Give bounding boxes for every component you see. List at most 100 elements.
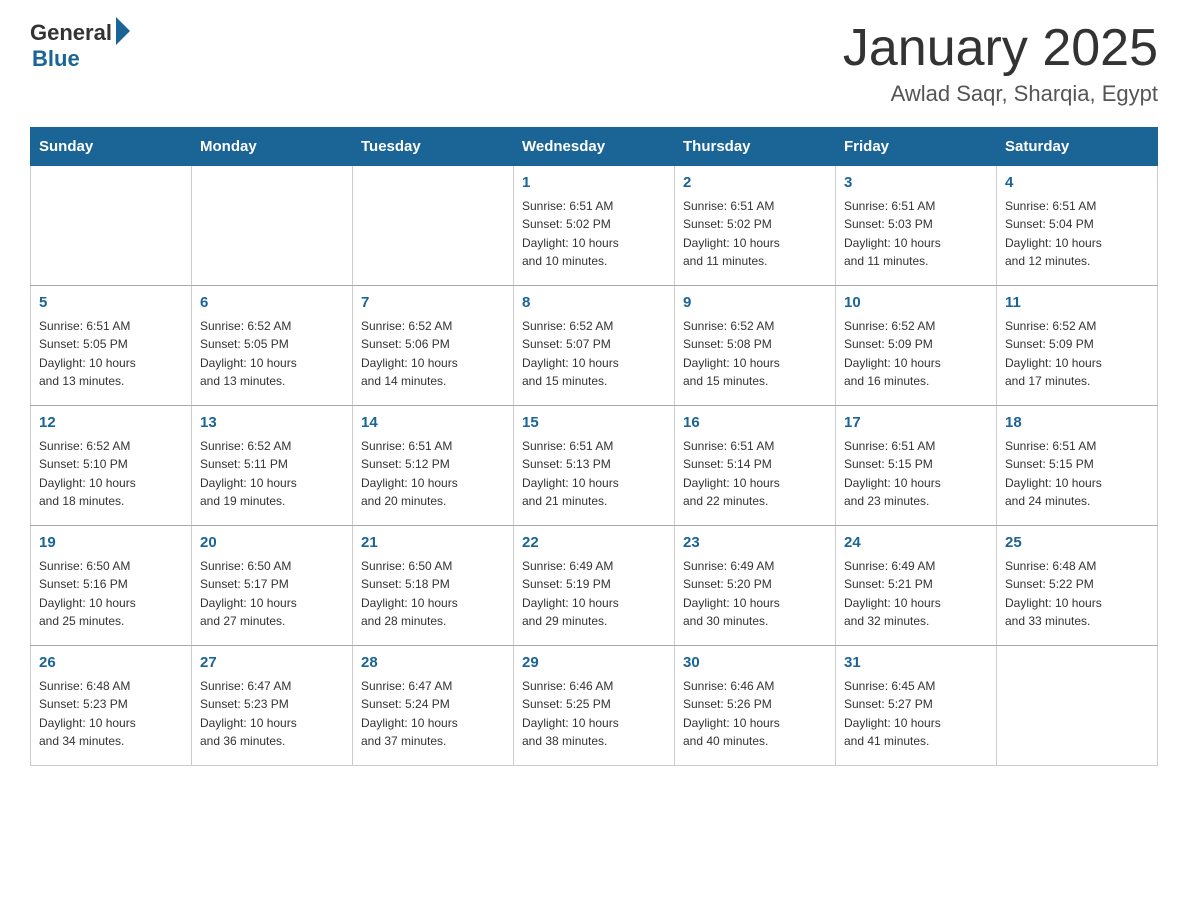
day-info: Sunrise: 6:51 AM Sunset: 5:15 PM Dayligh… — [844, 437, 988, 511]
day-info: Sunrise: 6:50 AM Sunset: 5:17 PM Dayligh… — [200, 557, 344, 631]
day-number: 19 — [39, 532, 183, 555]
calendar-cell: 3Sunrise: 6:51 AM Sunset: 5:03 PM Daylig… — [836, 166, 997, 286]
day-number: 16 — [683, 412, 827, 435]
calendar-cell: 18Sunrise: 6:51 AM Sunset: 5:15 PM Dayli… — [997, 406, 1158, 526]
calendar-cell: 21Sunrise: 6:50 AM Sunset: 5:18 PM Dayli… — [353, 526, 514, 646]
calendar-cell: 24Sunrise: 6:49 AM Sunset: 5:21 PM Dayli… — [836, 526, 997, 646]
logo-general-text: General — [30, 20, 112, 46]
day-number: 10 — [844, 292, 988, 315]
day-info: Sunrise: 6:47 AM Sunset: 5:24 PM Dayligh… — [361, 677, 505, 751]
day-info: Sunrise: 6:50 AM Sunset: 5:16 PM Dayligh… — [39, 557, 183, 631]
day-info: Sunrise: 6:48 AM Sunset: 5:23 PM Dayligh… — [39, 677, 183, 751]
calendar-week-row: 12Sunrise: 6:52 AM Sunset: 5:10 PM Dayli… — [31, 406, 1158, 526]
calendar-cell: 27Sunrise: 6:47 AM Sunset: 5:23 PM Dayli… — [192, 646, 353, 766]
day-info: Sunrise: 6:52 AM Sunset: 5:11 PM Dayligh… — [200, 437, 344, 511]
day-info: Sunrise: 6:52 AM Sunset: 5:08 PM Dayligh… — [683, 317, 827, 391]
calendar-cell: 29Sunrise: 6:46 AM Sunset: 5:25 PM Dayli… — [514, 646, 675, 766]
calendar-cell: 7Sunrise: 6:52 AM Sunset: 5:06 PM Daylig… — [353, 286, 514, 406]
calendar-cell: 8Sunrise: 6:52 AM Sunset: 5:07 PM Daylig… — [514, 286, 675, 406]
calendar-cell: 11Sunrise: 6:52 AM Sunset: 5:09 PM Dayli… — [997, 286, 1158, 406]
day-number: 14 — [361, 412, 505, 435]
weekday-header-monday: Monday — [192, 128, 353, 166]
day-number: 27 — [200, 652, 344, 675]
calendar-cell — [31, 166, 192, 286]
logo-blue-text: Blue — [32, 46, 80, 72]
day-info: Sunrise: 6:49 AM Sunset: 5:19 PM Dayligh… — [522, 557, 666, 631]
calendar-cell: 28Sunrise: 6:47 AM Sunset: 5:24 PM Dayli… — [353, 646, 514, 766]
day-number: 29 — [522, 652, 666, 675]
day-number: 28 — [361, 652, 505, 675]
day-info: Sunrise: 6:46 AM Sunset: 5:26 PM Dayligh… — [683, 677, 827, 751]
day-info: Sunrise: 6:48 AM Sunset: 5:22 PM Dayligh… — [1005, 557, 1149, 631]
weekday-header-saturday: Saturday — [997, 128, 1158, 166]
day-number: 26 — [39, 652, 183, 675]
day-info: Sunrise: 6:51 AM Sunset: 5:03 PM Dayligh… — [844, 197, 988, 271]
calendar-cell: 31Sunrise: 6:45 AM Sunset: 5:27 PM Dayli… — [836, 646, 997, 766]
weekday-header-tuesday: Tuesday — [353, 128, 514, 166]
page-header: General Blue January 2025 Awlad Saqr, Sh… — [30, 20, 1158, 107]
day-info: Sunrise: 6:47 AM Sunset: 5:23 PM Dayligh… — [200, 677, 344, 751]
weekday-header-friday: Friday — [836, 128, 997, 166]
calendar-week-row: 19Sunrise: 6:50 AM Sunset: 5:16 PM Dayli… — [31, 526, 1158, 646]
calendar-cell: 6Sunrise: 6:52 AM Sunset: 5:05 PM Daylig… — [192, 286, 353, 406]
logo: General Blue — [30, 20, 130, 72]
day-number: 5 — [39, 292, 183, 315]
day-info: Sunrise: 6:51 AM Sunset: 5:02 PM Dayligh… — [683, 197, 827, 271]
day-number: 4 — [1005, 172, 1149, 195]
calendar-cell — [353, 166, 514, 286]
day-info: Sunrise: 6:51 AM Sunset: 5:04 PM Dayligh… — [1005, 197, 1149, 271]
calendar-cell: 10Sunrise: 6:52 AM Sunset: 5:09 PM Dayli… — [836, 286, 997, 406]
day-info: Sunrise: 6:51 AM Sunset: 5:13 PM Dayligh… — [522, 437, 666, 511]
calendar-cell: 19Sunrise: 6:50 AM Sunset: 5:16 PM Dayli… — [31, 526, 192, 646]
calendar-body: 1Sunrise: 6:51 AM Sunset: 5:02 PM Daylig… — [31, 166, 1158, 766]
day-number: 2 — [683, 172, 827, 195]
calendar-cell: 1Sunrise: 6:51 AM Sunset: 5:02 PM Daylig… — [514, 166, 675, 286]
day-number: 25 — [1005, 532, 1149, 555]
calendar-week-row: 26Sunrise: 6:48 AM Sunset: 5:23 PM Dayli… — [31, 646, 1158, 766]
day-number: 6 — [200, 292, 344, 315]
calendar-cell — [192, 166, 353, 286]
day-info: Sunrise: 6:52 AM Sunset: 5:07 PM Dayligh… — [522, 317, 666, 391]
day-info: Sunrise: 6:52 AM Sunset: 5:06 PM Dayligh… — [361, 317, 505, 391]
calendar-cell: 30Sunrise: 6:46 AM Sunset: 5:26 PM Dayli… — [675, 646, 836, 766]
day-number: 9 — [683, 292, 827, 315]
calendar-cell: 9Sunrise: 6:52 AM Sunset: 5:08 PM Daylig… — [675, 286, 836, 406]
calendar-cell: 15Sunrise: 6:51 AM Sunset: 5:13 PM Dayli… — [514, 406, 675, 526]
day-info: Sunrise: 6:52 AM Sunset: 5:10 PM Dayligh… — [39, 437, 183, 511]
day-number: 23 — [683, 532, 827, 555]
day-number: 17 — [844, 412, 988, 435]
calendar-cell: 12Sunrise: 6:52 AM Sunset: 5:10 PM Dayli… — [31, 406, 192, 526]
day-info: Sunrise: 6:51 AM Sunset: 5:12 PM Dayligh… — [361, 437, 505, 511]
calendar-cell: 14Sunrise: 6:51 AM Sunset: 5:12 PM Dayli… — [353, 406, 514, 526]
calendar-cell: 13Sunrise: 6:52 AM Sunset: 5:11 PM Dayli… — [192, 406, 353, 526]
day-number: 11 — [1005, 292, 1149, 315]
day-info: Sunrise: 6:49 AM Sunset: 5:20 PM Dayligh… — [683, 557, 827, 631]
day-number: 15 — [522, 412, 666, 435]
location-title: Awlad Saqr, Sharqia, Egypt — [843, 81, 1158, 107]
calendar-week-row: 1Sunrise: 6:51 AM Sunset: 5:02 PM Daylig… — [31, 166, 1158, 286]
calendar-cell: 25Sunrise: 6:48 AM Sunset: 5:22 PM Dayli… — [997, 526, 1158, 646]
day-number: 20 — [200, 532, 344, 555]
day-number: 21 — [361, 532, 505, 555]
day-info: Sunrise: 6:51 AM Sunset: 5:02 PM Dayligh… — [522, 197, 666, 271]
calendar-cell: 22Sunrise: 6:49 AM Sunset: 5:19 PM Dayli… — [514, 526, 675, 646]
day-info: Sunrise: 6:52 AM Sunset: 5:09 PM Dayligh… — [844, 317, 988, 391]
weekday-header-wednesday: Wednesday — [514, 128, 675, 166]
day-info: Sunrise: 6:45 AM Sunset: 5:27 PM Dayligh… — [844, 677, 988, 751]
day-number: 13 — [200, 412, 344, 435]
day-number: 12 — [39, 412, 183, 435]
day-info: Sunrise: 6:49 AM Sunset: 5:21 PM Dayligh… — [844, 557, 988, 631]
day-info: Sunrise: 6:50 AM Sunset: 5:18 PM Dayligh… — [361, 557, 505, 631]
title-section: January 2025 Awlad Saqr, Sharqia, Egypt — [843, 20, 1158, 107]
day-info: Sunrise: 6:52 AM Sunset: 5:05 PM Dayligh… — [200, 317, 344, 391]
day-info: Sunrise: 6:51 AM Sunset: 5:05 PM Dayligh… — [39, 317, 183, 391]
day-number: 22 — [522, 532, 666, 555]
day-info: Sunrise: 6:51 AM Sunset: 5:15 PM Dayligh… — [1005, 437, 1149, 511]
calendar-cell: 26Sunrise: 6:48 AM Sunset: 5:23 PM Dayli… — [31, 646, 192, 766]
calendar-cell: 16Sunrise: 6:51 AM Sunset: 5:14 PM Dayli… — [675, 406, 836, 526]
weekday-header-sunday: Sunday — [31, 128, 192, 166]
calendar-cell: 5Sunrise: 6:51 AM Sunset: 5:05 PM Daylig… — [31, 286, 192, 406]
day-number: 8 — [522, 292, 666, 315]
day-number: 31 — [844, 652, 988, 675]
day-number: 1 — [522, 172, 666, 195]
